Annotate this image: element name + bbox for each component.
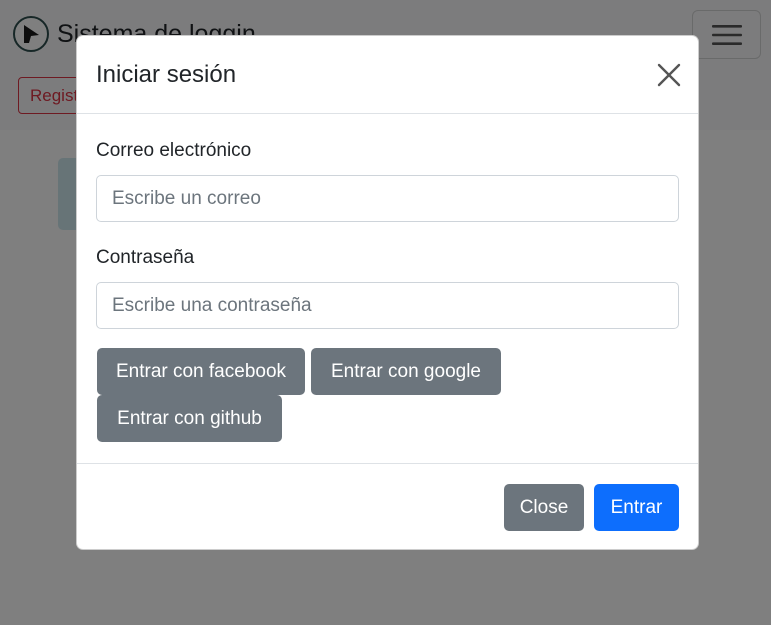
modal-footer: Close Entrar [77, 463, 698, 549]
password-input[interactable] [96, 282, 679, 329]
close-button[interactable]: Close [504, 484, 584, 531]
google-login-button[interactable]: Entrar con google [311, 348, 501, 395]
modal-title: Iniciar sesión [96, 61, 237, 88]
submit-button[interactable]: Entrar [594, 484, 679, 531]
close-icon[interactable] [656, 62, 682, 88]
email-input[interactable] [96, 175, 679, 222]
github-login-button[interactable]: Entrar con github [97, 395, 282, 442]
modal-header: Iniciar sesión [77, 36, 698, 114]
email-label: Correo electrónico [96, 140, 252, 161]
facebook-login-button[interactable]: Entrar con facebook [97, 348, 305, 395]
password-label: Contraseña [96, 247, 195, 268]
login-modal: Iniciar sesión Correo electrónico Contra… [76, 35, 699, 550]
